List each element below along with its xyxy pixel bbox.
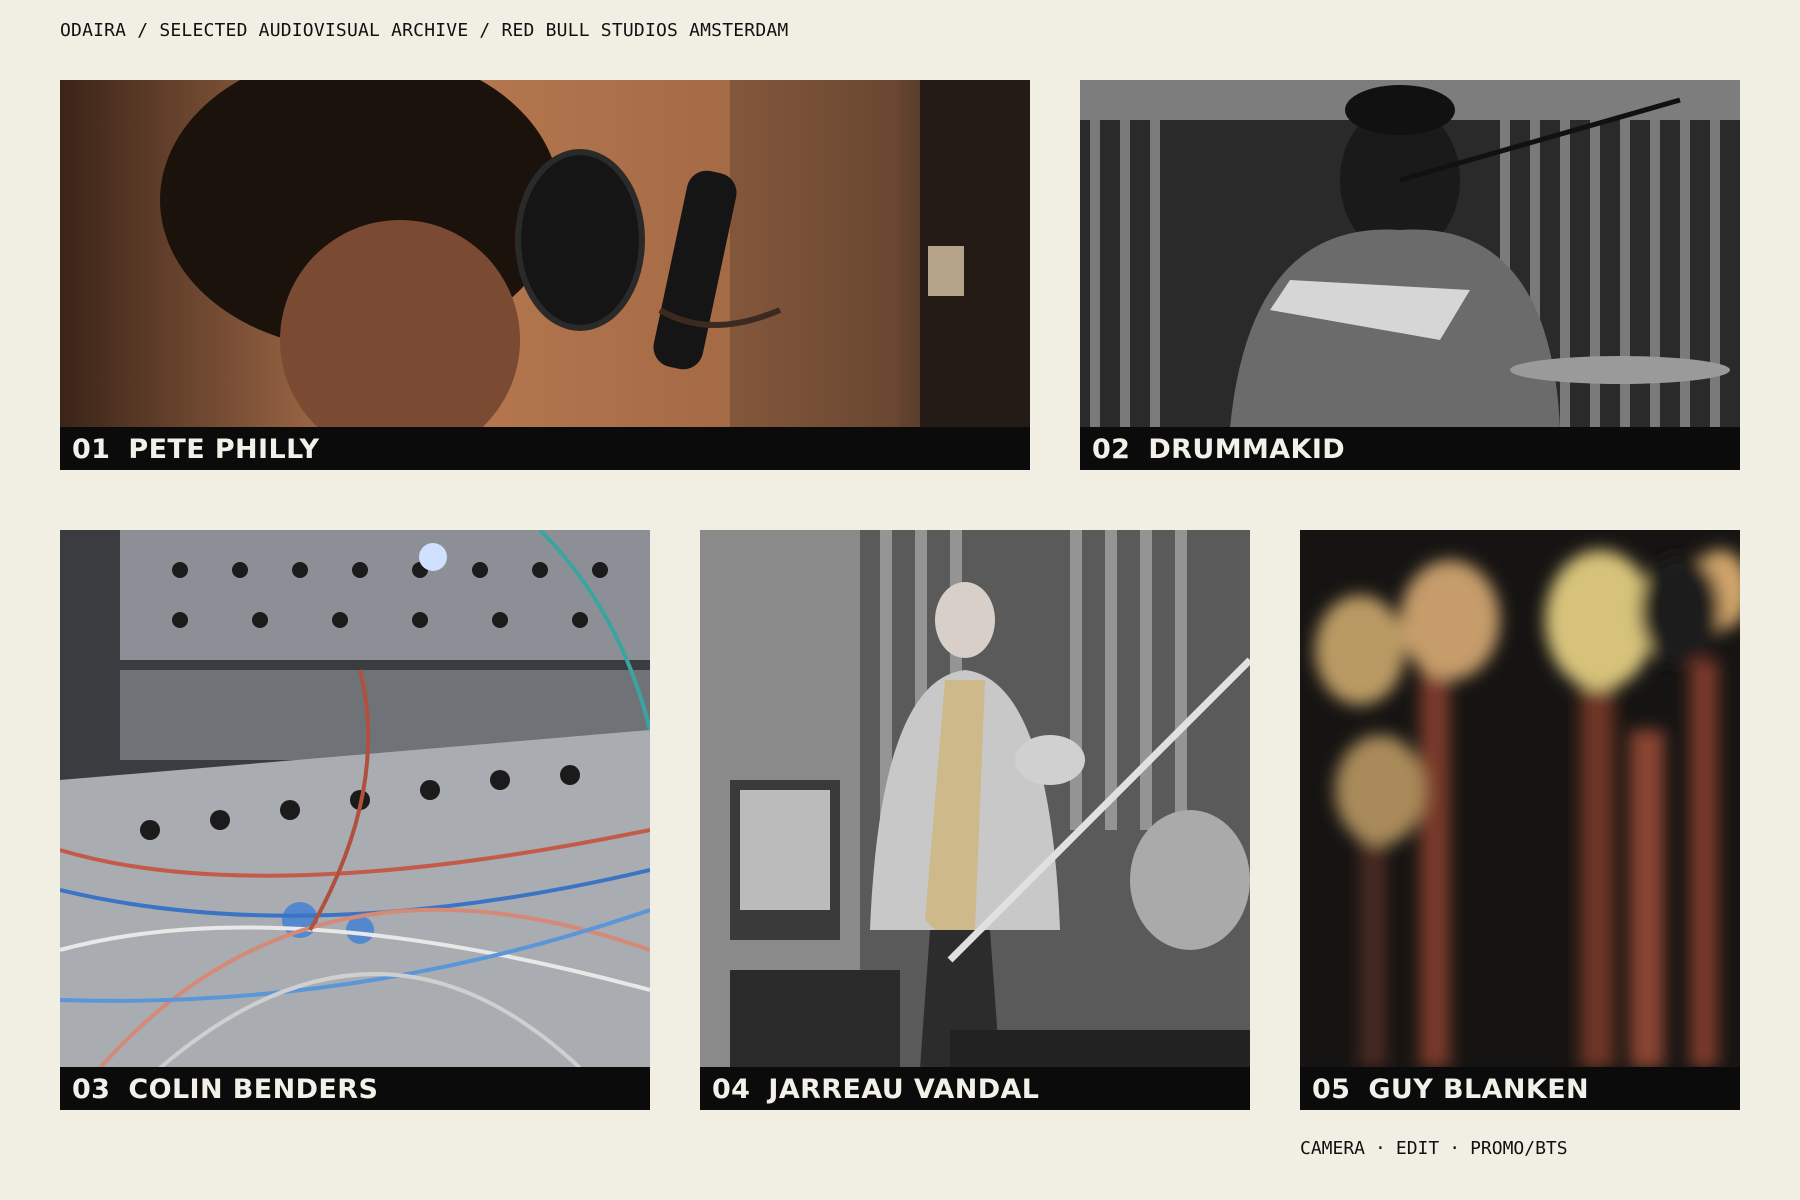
separator: · [1375,1138,1386,1159]
tile-title: DRUMMAKID [1148,434,1346,465]
credit-edit: EDIT [1395,1138,1440,1159]
tile-caption: 02 DRUMMAKID [1080,427,1740,470]
footer-credits: CAMERA · EDIT · PROMO/BTS [1300,1138,1568,1159]
thumbnail-image [1080,80,1740,428]
tile-title: GUY BLANKEN [1368,1074,1590,1105]
tile-caption: 01 PETE PHILLY [60,427,1030,470]
tile-number: 03 [72,1074,111,1105]
credit-camera: CAMERA [1300,1138,1366,1159]
tile-number: 05 [1312,1074,1351,1105]
credit-promo-bts: PROMO/BTS [1470,1138,1568,1159]
breadcrumb: ODAIRA / SELECTED AUDIOVISUAL ARCHIVE / … [60,20,789,41]
tile-title: COLIN BENDERS [128,1074,379,1105]
thumbnail-image [60,80,1030,428]
thumbnail-image [60,530,650,1068]
tile-caption: 05 GUY BLANKEN [1300,1067,1740,1110]
tile-number: 01 [72,434,111,465]
tile-number: 04 [712,1074,751,1105]
tile-drummakid[interactable]: 02 DRUMMAKID [1080,80,1740,470]
thumbnail-image [1300,530,1740,1068]
tile-jarreau-vandal[interactable]: 04 JARREAU VANDAL [700,530,1250,1110]
tile-guy-blanken[interactable]: 05 GUY BLANKEN [1300,530,1740,1110]
tile-title: JARREAU VANDAL [768,1074,1040,1105]
tile-title: PETE PHILLY [128,434,320,465]
tile-colin-benders[interactable]: 03 COLIN BENDERS [60,530,650,1110]
tile-number: 02 [1092,434,1131,465]
separator: · [1449,1138,1461,1159]
thumbnail-image [700,530,1250,1068]
tile-caption: 04 JARREAU VANDAL [700,1067,1250,1110]
tile-caption: 03 COLIN BENDERS [60,1067,650,1110]
tile-pete-philly[interactable]: 01 PETE PHILLY [60,80,1030,470]
